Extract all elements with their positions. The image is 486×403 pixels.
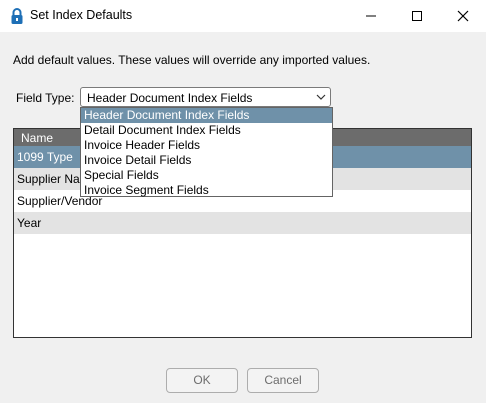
instruction-text: Add default values. These values will ov…	[13, 53, 371, 67]
field-type-label: Field Type:	[16, 91, 75, 105]
row-name: 1099 Type	[17, 150, 73, 164]
maximize-button[interactable]	[394, 0, 440, 32]
close-icon	[457, 10, 469, 22]
ok-button[interactable]: OK	[166, 368, 238, 393]
maximize-icon	[412, 11, 422, 21]
dropdown-option[interactable]: Special Fields	[81, 168, 332, 183]
row-name: Year	[17, 216, 42, 230]
title-bar: Set Index Defaults	[0, 0, 486, 32]
minimize-button[interactable]	[348, 0, 394, 32]
field-type-dropdown-list[interactable]: Header Document Index Fields Detail Docu…	[80, 107, 333, 197]
field-type-select[interactable]: Header Document Index Fields	[80, 87, 331, 107]
dropdown-option[interactable]: Invoice Segment Fields	[81, 183, 332, 198]
close-button[interactable]	[440, 0, 486, 32]
dropdown-option[interactable]: Invoice Header Fields	[81, 138, 332, 153]
dropdown-option[interactable]: Invoice Detail Fields	[81, 153, 332, 168]
minimize-icon	[366, 15, 376, 17]
table-row[interactable]: Year	[14, 212, 471, 234]
lock-icon	[11, 8, 23, 24]
dropdown-option[interactable]: Header Document Index Fields	[81, 108, 332, 123]
field-type-selected-value: Header Document Index Fields	[87, 91, 253, 105]
chevron-down-icon	[316, 94, 326, 100]
grid-header-label: Name	[21, 131, 54, 145]
window-title: Set Index Defaults	[30, 8, 133, 22]
dropdown-option[interactable]: Detail Document Index Fields	[81, 123, 332, 138]
cancel-button[interactable]: Cancel	[247, 368, 319, 393]
